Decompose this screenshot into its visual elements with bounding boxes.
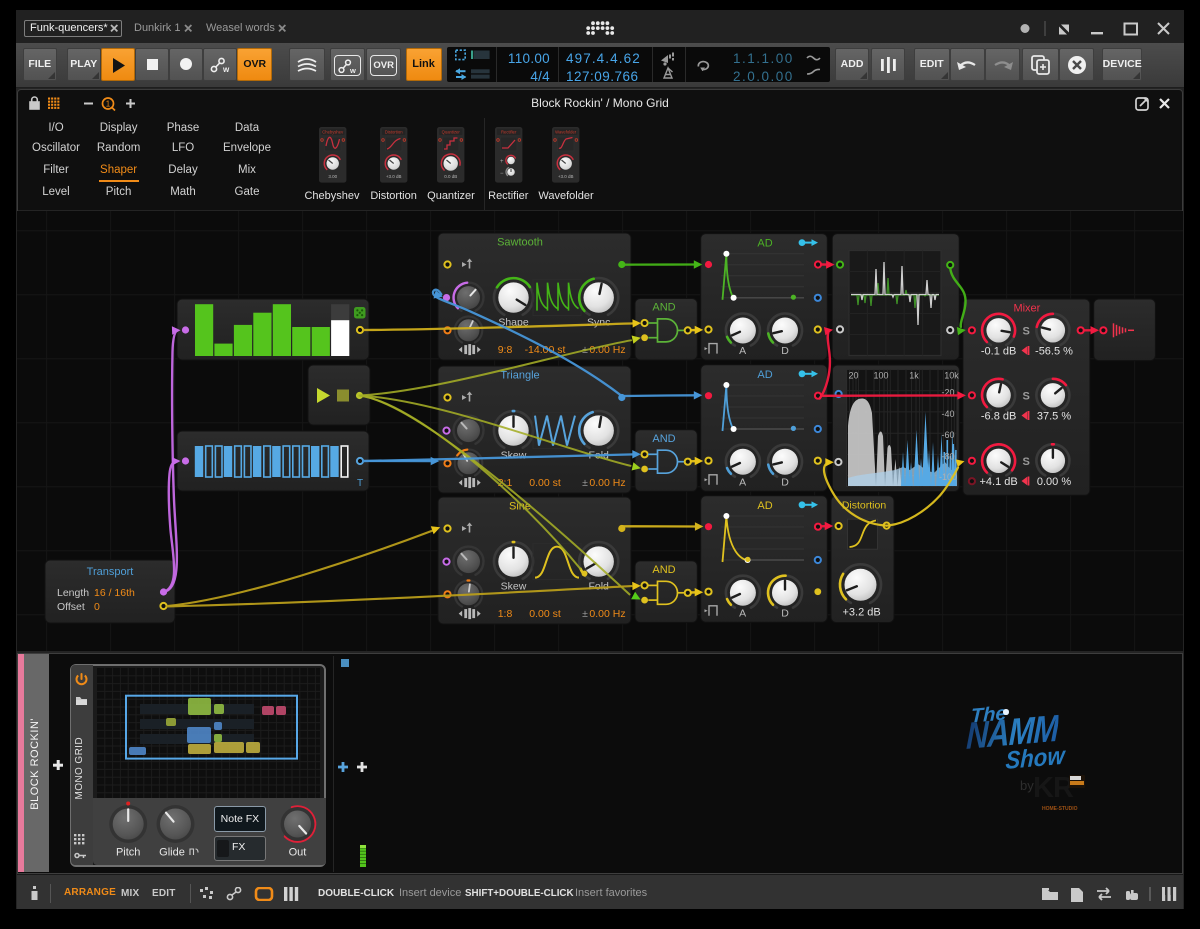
svg-text:w: w — [349, 66, 356, 74]
svg-text:Pitch: Pitch — [115, 847, 139, 859]
svg-text:0.00 Hz: 0.00 Hz — [589, 477, 625, 489]
svg-text:S: S — [1023, 325, 1030, 337]
svg-text:S: S — [1023, 456, 1030, 468]
svg-text:±: ± — [582, 608, 588, 620]
svg-text:T: T — [357, 478, 363, 489]
svg-text:-80: -80 — [941, 451, 954, 461]
svg-text:+4.1 dB: +4.1 dB — [979, 476, 1017, 488]
svg-text:Chebyshev: Chebyshev — [322, 130, 344, 135]
svg-text:AD: AD — [757, 238, 772, 250]
svg-text:Transport: Transport — [87, 566, 134, 578]
svg-text:0.00 Hz: 0.00 Hz — [589, 608, 625, 620]
svg-text:0.0 dB: 0.0 dB — [444, 174, 457, 179]
svg-text:AD: AD — [757, 369, 772, 381]
svg-text:AND: AND — [652, 433, 675, 445]
svg-text:10k: 10k — [944, 371, 959, 381]
svg-text:Length: Length — [57, 587, 89, 599]
svg-text:+3.2 dB: +3.2 dB — [842, 607, 880, 619]
svg-text:Sawtooth: Sawtooth — [497, 237, 543, 249]
svg-text:2:1: 2:1 — [498, 477, 513, 489]
svg-text:-6.8 dB: -6.8 dB — [981, 411, 1016, 423]
svg-text:A: A — [739, 607, 746, 619]
svg-text:-14.00 st: -14.00 st — [525, 344, 566, 356]
svg-text:-40: -40 — [941, 409, 954, 419]
svg-text:Quantizer: Quantizer — [442, 130, 461, 135]
svg-text:±: ± — [582, 477, 588, 489]
svg-text:D: D — [781, 607, 789, 619]
svg-text:Glide: Glide — [159, 847, 185, 859]
svg-text:Skew: Skew — [501, 581, 527, 593]
svg-text:AND: AND — [652, 302, 675, 314]
svg-text:3.00: 3.00 — [328, 174, 337, 179]
svg-text:1k: 1k — [909, 371, 919, 381]
svg-text:Distortion: Distortion — [385, 130, 403, 135]
svg-text:16 / 16th: 16 / 16th — [94, 587, 135, 599]
svg-text:-0.1 dB: -0.1 dB — [981, 346, 1016, 358]
svg-text:Rectifier: Rectifier — [501, 130, 517, 135]
svg-text:-60: -60 — [941, 430, 954, 440]
svg-text:A: A — [739, 476, 746, 488]
svg-text:w: w — [222, 65, 230, 73]
svg-text:Wavefolder: Wavefolder — [555, 130, 577, 135]
svg-text:Triangle: Triangle — [500, 370, 539, 382]
svg-text:0.00 st: 0.00 st — [529, 608, 561, 620]
svg-text:AD: AD — [757, 500, 772, 512]
svg-text:1:8: 1:8 — [498, 608, 513, 620]
svg-text:1: 1 — [106, 100, 111, 109]
svg-text:Sync: Sync — [587, 317, 610, 329]
svg-text:Out: Out — [288, 847, 306, 859]
svg-text:0.00 %: 0.00 % — [1037, 476, 1071, 488]
svg-text:100: 100 — [873, 371, 888, 381]
svg-text:9:8: 9:8 — [498, 344, 513, 356]
svg-text:+3.0 dB: +3.0 dB — [386, 174, 402, 179]
svg-text:20: 20 — [848, 371, 858, 381]
svg-text:-56.5 %: -56.5 % — [1035, 346, 1073, 358]
svg-text:S: S — [1023, 390, 1030, 402]
svg-text:−: − — [500, 171, 504, 177]
svg-text:AND: AND — [652, 564, 675, 576]
svg-text:+: + — [500, 159, 504, 165]
svg-text:D: D — [781, 476, 789, 488]
svg-text:37.5 %: 37.5 % — [1037, 411, 1071, 423]
svg-text:0: 0 — [94, 601, 100, 613]
svg-text:Skew: Skew — [501, 450, 527, 462]
svg-text:A: A — [739, 345, 746, 357]
svg-text:Offset: Offset — [57, 601, 85, 613]
svg-text:D: D — [781, 345, 789, 357]
svg-text:Mixer: Mixer — [1013, 303, 1040, 315]
svg-text:0.00 st: 0.00 st — [529, 477, 561, 489]
svg-text:+3.0 dB: +3.0 dB — [558, 174, 574, 179]
